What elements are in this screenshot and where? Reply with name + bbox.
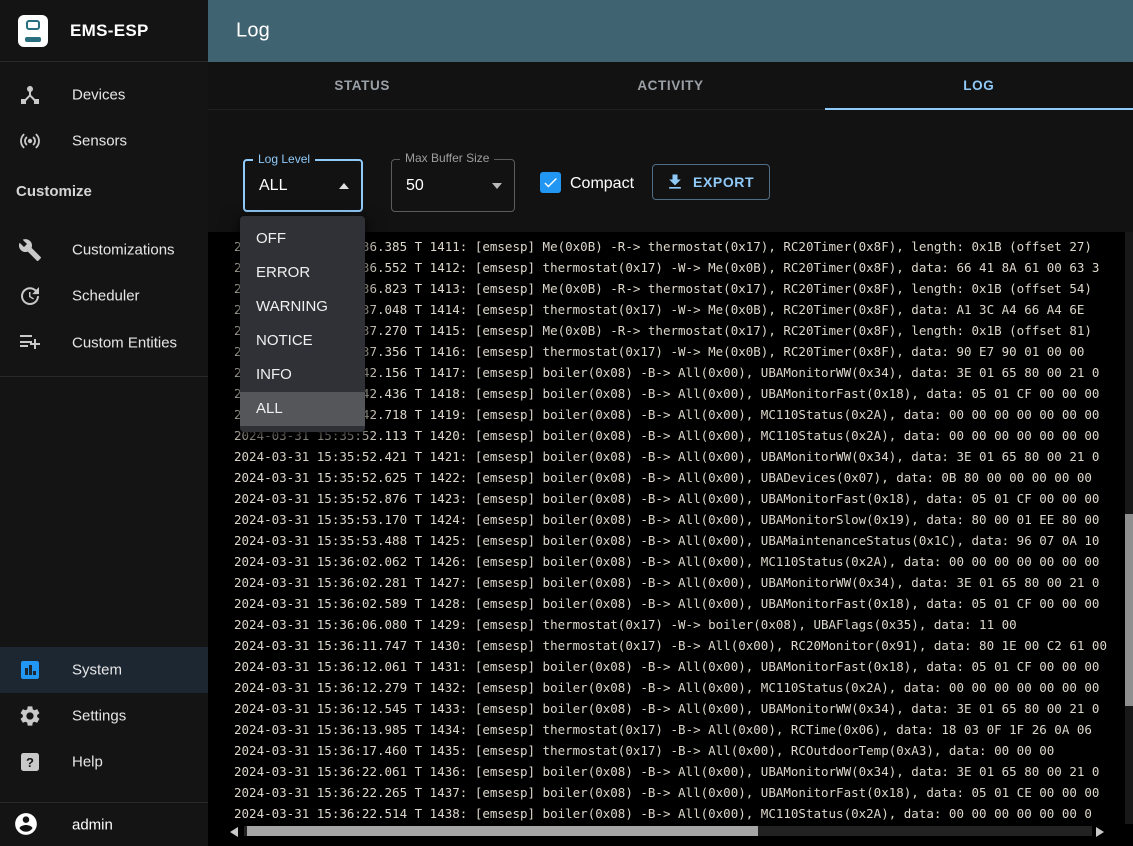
log-line: 2024-03-31 15:35:37.356 T 1416: [emsesp]… [234, 341, 1133, 362]
log-line: 2024-03-31 15:35:42.718 T 1419: [emsesp]… [234, 404, 1133, 425]
log-level-value: ALL [259, 177, 287, 195]
compact-checkbox[interactable] [540, 172, 561, 193]
bar-chart-icon [18, 658, 42, 682]
log-line: 2024-03-31 15:35:53.488 T 1425: [emsesp]… [234, 530, 1133, 551]
log-line: 2024-03-31 15:36:11.747 T 1430: [emsesp]… [234, 635, 1133, 656]
check-icon [542, 174, 559, 191]
menu-item-error[interactable]: ERROR [240, 256, 365, 290]
menu-item-notice[interactable]: NOTICE [240, 324, 365, 358]
sidebar-divider [0, 376, 208, 377]
sidebar-item-sensors[interactable]: Sensors [0, 118, 208, 164]
max-buffer-size-value: 50 [406, 177, 424, 195]
logo-base-shape [25, 37, 41, 42]
download-icon [665, 172, 685, 192]
app-title: EMS-ESP [70, 21, 149, 41]
sidebar-item-custom-entities[interactable]: Custom Entities [0, 320, 208, 366]
device-hub-icon [18, 83, 42, 107]
sidebar-item-label: Settings [72, 708, 126, 725]
vertical-scrollbar-thumb[interactable] [1125, 514, 1133, 706]
sidebar-item-system[interactable]: System [0, 647, 208, 693]
log-line: 2024-03-31 15:36:02.281 T 1427: [emsesp]… [234, 572, 1133, 593]
max-buffer-size-select[interactable]: Max Buffer Size 50 [391, 159, 515, 212]
sidebar-item-label: Help [72, 754, 103, 771]
max-buffer-size-label: Max Buffer Size [400, 151, 494, 165]
sidebar-user-admin[interactable]: admin [0, 803, 208, 846]
wrench-icon [18, 238, 42, 262]
log-line: 2024-03-31 15:36:12.061 T 1431: [emsesp]… [234, 656, 1133, 677]
sidebar-item-devices[interactable]: Devices [0, 72, 208, 118]
log-level-select[interactable]: Log Level ALL [243, 159, 363, 212]
sidebar-item-label: Custom Entities [72, 335, 177, 352]
sidebar-header: EMS-ESP [0, 0, 208, 62]
log-line: 2024-03-31 15:36:06.080 T 1429: [emsesp]… [234, 614, 1133, 635]
export-button-label: EXPORT [693, 174, 754, 190]
compact-checkbox-label[interactable]: Compact [570, 173, 634, 194]
log-line: 2024-03-31 15:36:12.279 T 1432: [emsesp]… [234, 677, 1133, 698]
menu-item-warning[interactable]: WARNING [240, 290, 365, 324]
scrollbar-left-arrow-icon[interactable] [230, 827, 238, 837]
log-line: 2024-03-31 15:35:52.113 T 1420: [emsesp]… [234, 425, 1133, 446]
sidebar: EMS-ESP Devices Sensors Customize Custom… [0, 0, 208, 846]
log-line: 2024-03-31 15:35:53.170 T 1424: [emsesp]… [234, 509, 1133, 530]
schedule-update-icon [18, 284, 42, 308]
log-line: 2024-03-31 15:35:52.421 T 1421: [emsesp]… [234, 446, 1133, 467]
sidebar-item-label: System [72, 662, 122, 679]
log-line: 2024-03-31 15:35:37.270 T 1415: [emsesp]… [234, 320, 1133, 341]
scrollbar-right-arrow-icon[interactable] [1096, 827, 1104, 837]
svg-text:?: ? [26, 755, 34, 770]
tab-activity[interactable]: ACTIVITY [516, 62, 824, 109]
appbar: Log [208, 0, 1133, 62]
log-line: 2024-03-31 15:36:12.545 T 1433: [emsesp]… [234, 698, 1133, 719]
sidebar-section-customize: Customize [16, 183, 92, 200]
gear-icon [18, 704, 42, 728]
chevron-down-icon [492, 183, 502, 189]
sidebar-item-label: Scheduler [72, 288, 140, 305]
log-line: 2024-03-31 15:35:37.048 T 1414: [emsesp]… [234, 299, 1133, 320]
sidebar-item-settings[interactable]: Settings [0, 693, 208, 739]
account-circle-icon [13, 811, 39, 837]
tab-log[interactable]: LOG [825, 62, 1133, 109]
sidebar-item-label: Customizations [72, 242, 175, 259]
log-line: 2024-03-31 15:36:02.062 T 1426: [emsesp]… [234, 551, 1133, 572]
log-line: 2024-03-31 15:36:22.265 T 1437: [emsesp]… [234, 782, 1133, 803]
log-level-menu: OFF ERROR WARNING NOTICE INFO ALL [240, 216, 365, 432]
active-tab-indicator [825, 108, 1133, 110]
playlist-add-icon [18, 331, 42, 355]
chevron-up-icon [339, 183, 349, 189]
log-level-label: Log Level [253, 152, 315, 166]
menu-item-off[interactable]: OFF [240, 222, 365, 256]
log-line: 2024-03-31 15:35:42.156 T 1417: [emsesp]… [234, 362, 1133, 383]
menu-item-info[interactable]: INFO [240, 358, 365, 392]
log-line: 2024-03-31 15:35:36.385 T 1411: [emsesp]… [234, 236, 1133, 257]
username-label: admin [72, 816, 113, 833]
log-line: 2024-03-31 15:36:02.589 T 1428: [emsesp]… [234, 593, 1133, 614]
logo-screen-shape [26, 20, 40, 30]
sidebar-item-label: Sensors [72, 133, 127, 150]
export-button[interactable]: EXPORT [652, 164, 770, 200]
sidebar-item-label: Devices [72, 87, 125, 104]
log-line: 2024-03-31 15:36:22.514 T 1438: [emsesp]… [234, 803, 1133, 824]
sidebar-item-help[interactable]: ? Help [0, 739, 208, 785]
page-title: Log [236, 20, 270, 43]
tab-bar: STATUS ACTIVITY LOG [208, 62, 1133, 110]
log-line: 2024-03-31 15:35:52.876 T 1423: [emsesp]… [234, 488, 1133, 509]
horizontal-scrollbar-thumb[interactable] [247, 826, 758, 836]
log-line: 2024-03-31 15:36:13.985 T 1434: [emsesp]… [234, 719, 1133, 740]
menu-item-all[interactable]: ALL [240, 392, 365, 426]
sidebar-item-scheduler[interactable]: Scheduler [0, 273, 208, 319]
log-line: 2024-03-31 15:35:42.436 T 1418: [emsesp]… [234, 383, 1133, 404]
log-line: 2024-03-31 15:36:17.460 T 1435: [emsesp]… [234, 740, 1133, 761]
sidebar-item-customizations[interactable]: Customizations [0, 227, 208, 273]
tab-status[interactable]: STATUS [208, 62, 516, 109]
sensors-icon [18, 129, 42, 153]
log-line: 2024-03-31 15:35:36.552 T 1412: [emsesp]… [234, 257, 1133, 278]
help-icon: ? [18, 750, 42, 774]
ems-esp-logo-icon [18, 15, 48, 47]
log-line: 2024-03-31 15:36:22.061 T 1436: [emsesp]… [234, 761, 1133, 782]
log-line: 2024-03-31 15:35:36.823 T 1413: [emsesp]… [234, 278, 1133, 299]
log-line: 2024-03-31 15:35:52.625 T 1422: [emsesp]… [234, 467, 1133, 488]
